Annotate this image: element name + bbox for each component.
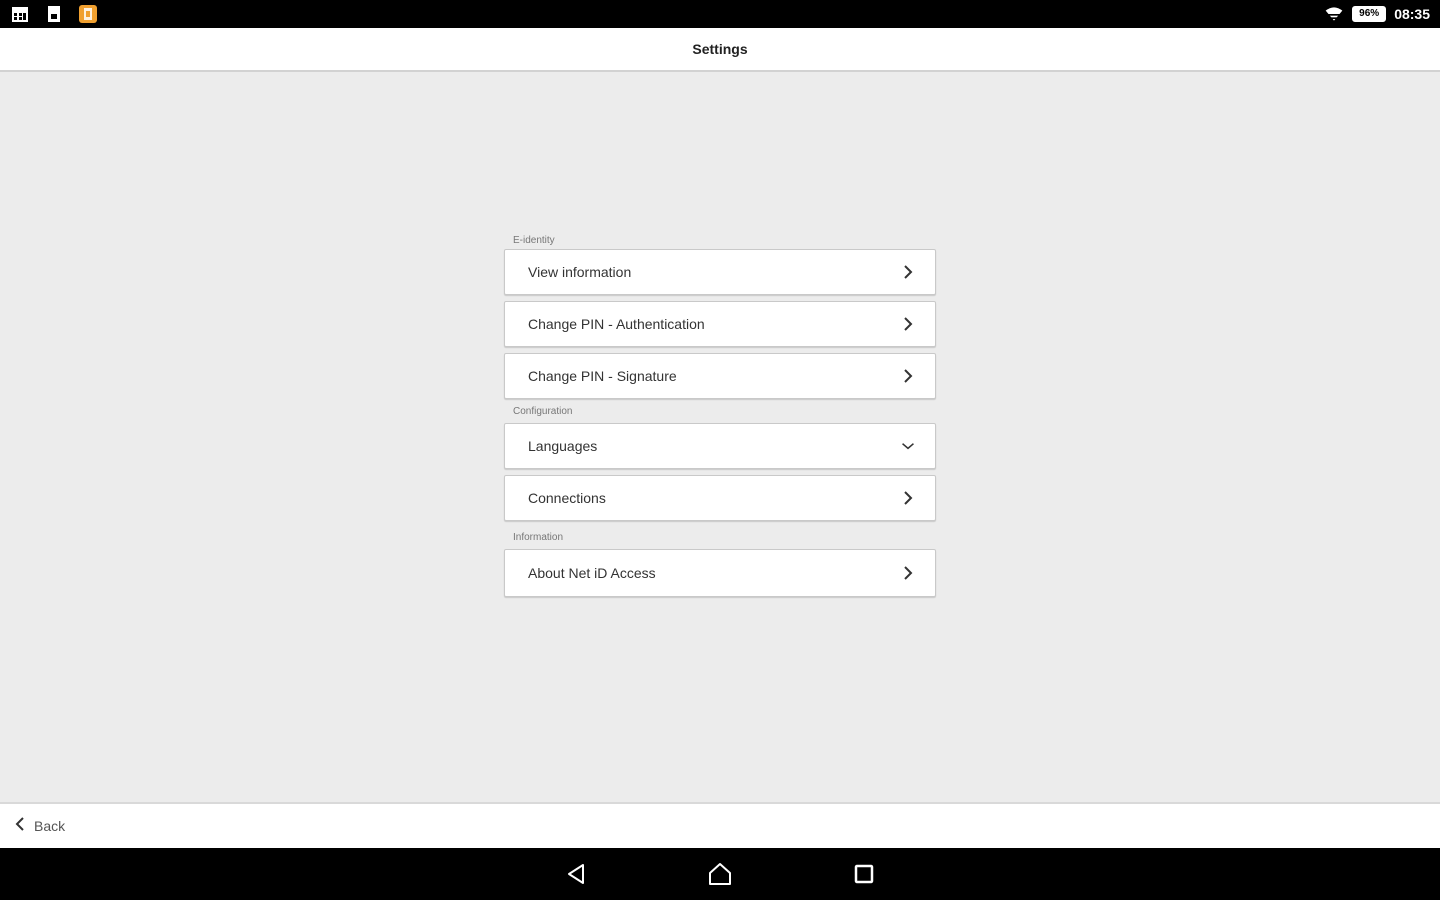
app-notification-icon bbox=[78, 4, 98, 24]
chevron-right-icon bbox=[901, 566, 915, 580]
section-label-configuration: Configuration bbox=[513, 406, 573, 417]
nav-home-icon[interactable] bbox=[706, 860, 734, 888]
settings-item-change-pin-authentication[interactable]: Change PIN - Authentication bbox=[504, 301, 936, 347]
status-left-icons bbox=[10, 4, 98, 24]
calendar-icon bbox=[10, 4, 30, 24]
app-header: Settings bbox=[0, 28, 1440, 72]
bottom-bar: Back bbox=[0, 802, 1440, 848]
sim-icon bbox=[44, 4, 64, 24]
section-label-information: Information bbox=[513, 532, 564, 543]
settings-content: E-identity View information Change PIN -… bbox=[0, 72, 1440, 802]
status-bar: 96% 08:35 bbox=[0, 0, 1440, 28]
chevron-down-icon bbox=[901, 439, 915, 453]
settings-item-view-information[interactable]: View information bbox=[504, 249, 936, 295]
wifi-icon bbox=[1324, 4, 1344, 24]
back-button[interactable]: Back bbox=[14, 816, 65, 837]
settings-list: E-identity View information Change PIN -… bbox=[504, 232, 936, 603]
nav-back-icon[interactable] bbox=[562, 860, 590, 888]
settings-item-label: View information bbox=[528, 264, 632, 280]
settings-item-label: Languages bbox=[528, 438, 598, 454]
settings-item-change-pin-signature[interactable]: Change PIN - Signature bbox=[504, 353, 936, 399]
chevron-right-icon bbox=[901, 317, 915, 331]
settings-item-label: Connections bbox=[528, 490, 606, 506]
system-nav-bar bbox=[0, 848, 1440, 900]
settings-item-label: Change PIN - Signature bbox=[528, 368, 677, 384]
section-label-e-identity: E-identity bbox=[513, 235, 555, 246]
chevron-left-icon bbox=[14, 816, 26, 837]
settings-item-connections[interactable]: Connections bbox=[504, 475, 936, 521]
chevron-right-icon bbox=[901, 491, 915, 505]
settings-item-label: About Net iD Access bbox=[528, 565, 656, 581]
status-clock: 08:35 bbox=[1394, 6, 1430, 22]
settings-item-label: Change PIN - Authentication bbox=[528, 316, 705, 332]
page-title: Settings bbox=[692, 41, 748, 57]
chevron-right-icon bbox=[901, 369, 915, 383]
settings-item-languages[interactable]: Languages bbox=[504, 423, 936, 469]
battery-indicator: 96% bbox=[1352, 6, 1387, 22]
chevron-right-icon bbox=[901, 265, 915, 279]
status-right-icons: 96% 08:35 bbox=[1324, 4, 1430, 24]
nav-recents-icon[interactable] bbox=[850, 860, 878, 888]
settings-item-about[interactable]: About Net iD Access bbox=[504, 549, 936, 597]
back-label: Back bbox=[34, 818, 66, 834]
